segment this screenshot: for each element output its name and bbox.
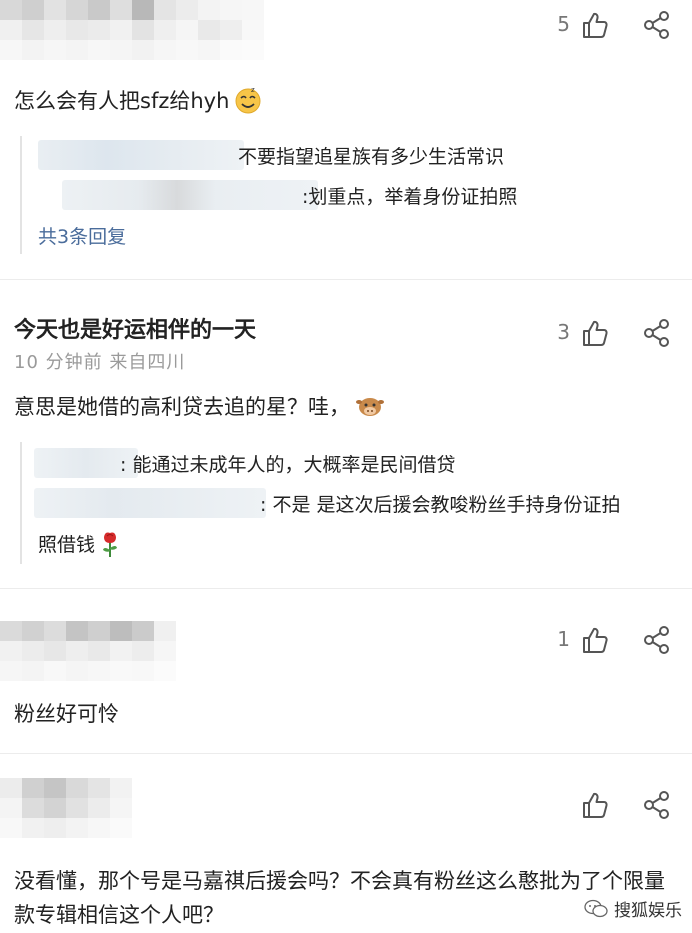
comment-meta: 10 分钟前 来自四川 — [14, 352, 186, 373]
reply-line: :划重点，举着身份证拍照 — [302, 186, 518, 208]
blurred-reply-username — [38, 140, 244, 170]
blurred-reply-username — [34, 488, 266, 518]
smiling-emoji-icon: z — [233, 85, 263, 115]
share-icon[interactable] — [642, 10, 672, 40]
comment-1: 5 怎么会有人把sfz给hyh z 不要指望追星族有多少生活常识 :划重点，举着… — [0, 0, 692, 278]
blurred-username — [0, 0, 264, 60]
comment-text: 意思是她借的高利贷去追的星？哇， — [14, 390, 678, 424]
wechat-icon — [584, 899, 608, 919]
reply-block: : 能通过未成年人的，大概率是民间借贷 : 不是 是这次后援会教唆粉丝手持身份证… — [20, 442, 678, 564]
blurred-reply-username — [62, 180, 318, 210]
view-more-replies-link[interactable]: 共3条回复 — [38, 222, 126, 249]
like-count: 1 — [557, 627, 570, 651]
watermark-text: 搜狐娱乐 — [614, 901, 682, 921]
comment-text: 粉丝好可怜 — [14, 702, 119, 726]
rose-emoji-icon — [99, 530, 121, 558]
reply-line: : 能通过未成年人的，大概率是民间借贷 — [120, 454, 456, 476]
reply-block: 不要指望追星族有多少生活常识 :划重点，举着身份证拍照 共3条回复 — [20, 136, 678, 254]
svg-text:z: z — [251, 86, 255, 94]
reply-line: 不要指望追星族有多少生活常识 — [238, 146, 505, 168]
reply-line: : 不是 是这次后援会教唆粉丝手持身份证拍 — [260, 494, 621, 516]
like-count: 3 — [557, 320, 570, 344]
cow-emoji-icon — [356, 394, 384, 418]
comment-3: 1 粉丝好可怜 — [0, 589, 692, 753]
comment-text: 没看懂，那个号是马嘉祺后援会吗？不会真有粉丝这么憨批为了个限量款专辑相信这个人吧… — [14, 869, 665, 927]
thumbs-up-icon[interactable] — [580, 10, 610, 40]
thumbs-up-icon[interactable] — [580, 790, 610, 820]
blurred-username — [0, 778, 132, 838]
thumbs-up-icon[interactable] — [580, 625, 610, 655]
sohu-entertainment-watermark: 搜狐娱乐 — [584, 896, 682, 921]
share-icon[interactable] — [642, 625, 672, 655]
reply-line: 照借钱 — [38, 530, 121, 560]
comment-text: 怎么会有人把sfz给hyh z — [14, 84, 678, 118]
blurred-username — [0, 621, 176, 681]
share-icon[interactable] — [642, 790, 672, 820]
comment-2: 今天也是好运相伴的一天 10 分钟前 来自四川 3 意思是她借的高利贷去追的星？… — [0, 280, 692, 588]
thumbs-up-icon[interactable] — [580, 318, 610, 348]
share-icon[interactable] — [642, 318, 672, 348]
like-count: 5 — [557, 12, 570, 36]
username[interactable]: 今天也是好运相伴的一天 — [14, 312, 256, 344]
